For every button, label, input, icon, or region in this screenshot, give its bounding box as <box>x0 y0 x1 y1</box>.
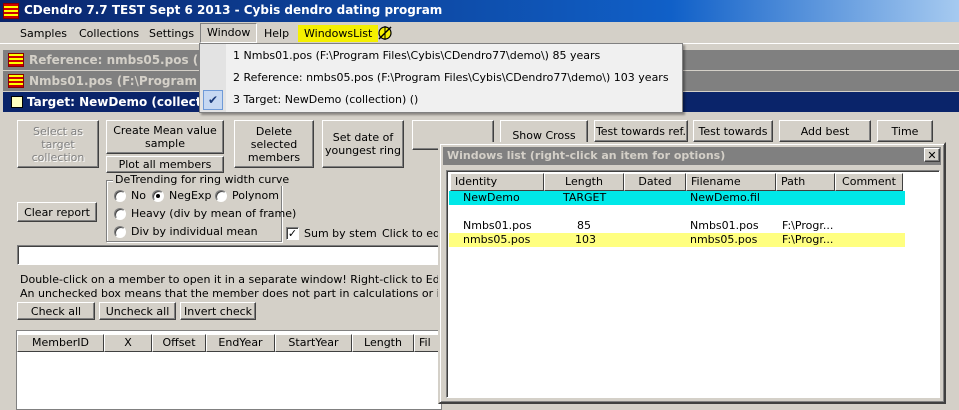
wl-col-path[interactable]: Path <box>776 173 835 191</box>
wl-row-newdemo[interactable]: NewDemo TARGET NewDemo.fil <box>449 191 905 205</box>
radio-div-mean-label: Div by individual mean <box>131 225 258 238</box>
invert-check-button[interactable]: Invert check <box>180 302 256 320</box>
time-button[interactable]: Time <box>877 120 933 142</box>
checkmark-icon: ✔ <box>203 90 223 110</box>
wl-cell-length: TARGET <box>563 191 607 204</box>
report-field[interactable] <box>17 245 442 265</box>
wl-cell-identity: Nmbs01.pos <box>463 219 532 232</box>
radio-no[interactable] <box>114 190 126 202</box>
radio-no-label: No <box>131 189 146 202</box>
sum-by-stem-label: Sum by stem <box>304 227 377 240</box>
window-menu-item-3[interactable]: 3 Target: NewDemo (collection) () <box>226 89 680 111</box>
radio-polynom[interactable] <box>215 190 227 202</box>
select-as-target-button[interactable]: Select as target collection <box>17 120 99 168</box>
menu-windowslist[interactable]: WindowsList <box>298 25 379 42</box>
sum-by-stem-checkbox[interactable]: ✓ <box>286 227 299 240</box>
info-line-1: Double-click on a member to open it in a… <box>20 273 452 286</box>
app-title: CDendro 7.7 TEST Sept 6 2013 - Cybis den… <box>24 3 443 17</box>
dendro-tool-icon[interactable] <box>376 24 394 42</box>
windows-list-window: Windows list (right-click an item for op… <box>438 142 946 404</box>
radio-heavy-label: Heavy (div by mean of frame) <box>131 207 297 220</box>
window-menu-item-2[interactable]: 2 Reference: nmbs05.pos (F:\Program File… <box>226 67 680 89</box>
wl-col-dated[interactable]: Dated <box>624 173 686 191</box>
col-memberid[interactable]: MemberID <box>17 334 104 352</box>
window-menu-item-1[interactable]: 1 Nmbs01.pos (F:\Program Files\Cybis\CDe… <box>226 45 680 67</box>
menu-settings[interactable]: Settings <box>143 25 200 42</box>
wl-cell-length: 85 <box>577 219 591 232</box>
wl-row-nmbs05[interactable]: nmbs05.pos 103 nmbs05.pos F:\Progr... <box>449 233 905 247</box>
radio-heavy[interactable] <box>114 208 126 220</box>
member-table[interactable]: MemberID X Offset EndYear StartYear Leng… <box>16 330 443 410</box>
windows-list-table[interactable]: Identity Length Dated Filename Path Comm… <box>446 170 940 398</box>
window-icon <box>8 53 24 67</box>
set-date-button[interactable]: Set date of youngest ring <box>322 120 404 168</box>
app-title-bar[interactable]: CDendro 7.7 TEST Sept 6 2013 - Cybis den… <box>0 0 959 22</box>
window-menu-dropdown: 1 Nmbs01.pos (F:\Program Files\Cybis\CDe… <box>199 43 683 113</box>
window-icon <box>11 96 23 108</box>
wl-cell-length: 103 <box>575 233 596 246</box>
test-ref-button[interactable]: Test towards ref. <box>594 120 688 142</box>
wl-col-length[interactable]: Length <box>544 173 624 191</box>
col-startyear[interactable]: StartYear <box>275 334 352 352</box>
wl-cell-path: F:\Progr... <box>782 219 834 232</box>
test-towards-button[interactable]: Test towards <box>693 120 773 142</box>
app-icon[interactable] <box>3 3 19 19</box>
col-offset[interactable]: Offset <box>152 334 206 352</box>
close-icon[interactable]: ✕ <box>924 148 940 162</box>
col-endyear[interactable]: EndYear <box>206 334 275 352</box>
uncheck-all-button[interactable]: Uncheck all <box>99 302 176 320</box>
add-best-button[interactable]: Add best <box>779 120 871 142</box>
delete-selected-button[interactable]: Delete selected members <box>234 120 314 168</box>
target-window-title-text: Target: NewDemo (collection) <box>27 95 228 109</box>
radio-polynom-label: Polynom <box>232 189 279 202</box>
wl-col-comment[interactable]: Comment <box>835 173 903 191</box>
create-mean-button[interactable]: Create Mean value sample <box>106 120 224 154</box>
plot-all-members-button[interactable]: Plot all members <box>106 156 224 173</box>
radio-negexp[interactable] <box>152 190 164 202</box>
wl-row-nmbs01[interactable]: Nmbs01.pos 85 Nmbs01.pos F:\Progr... <box>449 219 905 233</box>
detrending-label: DeTrending for ring width curve <box>113 173 292 186</box>
wl-cell-filename: Nmbs01.pos <box>690 219 759 232</box>
radio-negexp-label: NegExp <box>169 189 212 202</box>
menu-bar: Samples Collections Settings Window Help… <box>0 22 959 44</box>
wl-cell-identity: NewDemo <box>463 191 520 204</box>
col-length[interactable]: Length <box>352 334 414 352</box>
window-icon <box>8 74 24 88</box>
menu-window[interactable]: Window <box>200 23 258 43</box>
wl-cell-identity: nmbs05.pos <box>463 233 531 246</box>
check-all-button[interactable]: Check all <box>17 302 95 320</box>
col-x[interactable]: X <box>104 334 152 352</box>
wl-cell-path: F:\Progr... <box>782 233 834 246</box>
wl-col-filename[interactable]: Filename <box>686 173 776 191</box>
windows-list-title[interactable]: Windows list (right-click an item for op… <box>443 147 941 165</box>
radio-div-mean[interactable] <box>114 226 126 238</box>
wl-cell-filename: NewDemo.fil <box>690 191 760 204</box>
nmbs01-window-title-text: Nmbs01.pos (F:\Program File <box>29 74 226 88</box>
wl-col-identity[interactable]: Identity <box>450 173 544 191</box>
menu-collections[interactable]: Collections <box>73 25 145 42</box>
clear-report-button[interactable]: Clear report <box>17 202 97 222</box>
menu-help[interactable]: Help <box>258 25 295 42</box>
wl-cell-filename: nmbs05.pos <box>690 233 758 246</box>
menu-samples[interactable]: Samples <box>14 25 73 42</box>
